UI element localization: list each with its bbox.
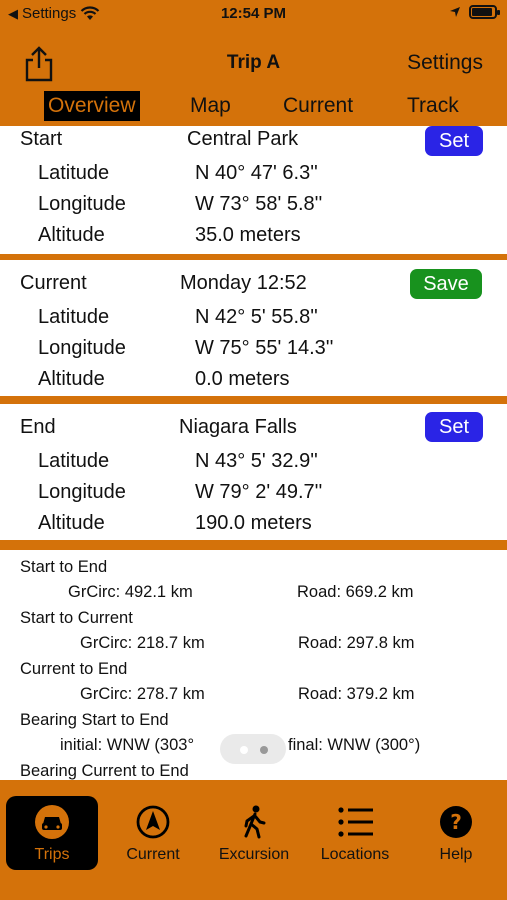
start-altitude-value: 35.0 meters [195, 224, 301, 246]
start-latitude-value: N 40° 47' 6.3'' [195, 162, 318, 184]
current-save-button[interactable]: Save [410, 269, 482, 299]
tab-overview[interactable]: Overview [44, 91, 140, 121]
start-to-end-label: Start to End [20, 558, 108, 576]
tab-map[interactable]: Map [186, 91, 235, 121]
page-dot-2 [260, 746, 268, 754]
current-altitude-label: Altitude [38, 368, 105, 390]
tab-bar: Trips Current Excursion Locations ? Help [0, 780, 507, 900]
bearing-start-end-label: Bearing Start to End [20, 711, 169, 729]
start-card: Start Central Park Set Latitude N 40° 47… [0, 126, 507, 254]
segmented-control: Overview Map Current Track [0, 88, 507, 126]
car-icon [35, 805, 69, 839]
settings-button[interactable]: Settings [407, 51, 483, 75]
start-to-end-road: Road: 669.2 km [297, 583, 414, 601]
current-label: Current [20, 272, 87, 294]
tab-current-label: Current [126, 846, 180, 863]
tab-track[interactable]: Track [403, 91, 463, 121]
walking-person-icon [244, 805, 266, 839]
end-latitude-label: Latitude [38, 450, 110, 472]
tab-excursion-label: Excursion [218, 846, 290, 863]
page-dot-1 [240, 746, 248, 754]
start-name: Central Park [187, 128, 299, 150]
compass-icon [136, 805, 170, 839]
clock: 12:54 PM [220, 5, 287, 22]
tab-current-location[interactable]: Current [107, 796, 199, 870]
end-altitude-label: Altitude [38, 512, 105, 534]
start-longitude-value: W 73° 58' 5.8'' [195, 193, 323, 215]
tab-current[interactable]: Current [279, 91, 357, 121]
tab-trips[interactable]: Trips [6, 796, 98, 870]
current-longitude-value: W 75° 55' 14.3'' [195, 337, 334, 359]
end-label: End [20, 416, 56, 438]
tab-trips-label: Trips [34, 846, 70, 863]
bearing-current-end-label: Bearing Current to End [20, 762, 189, 780]
current-latitude-label: Latitude [38, 306, 110, 328]
tab-locations-label: Locations [320, 846, 390, 863]
location-arrow-icon [450, 7, 460, 17]
battery-icon [469, 5, 500, 19]
navigation-bar: Trip A Settings [0, 40, 507, 86]
list-icon [338, 807, 373, 837]
start-to-current-road: Road: 297.8 km [298, 634, 415, 652]
start-to-end-grcirc: GrCirc: 492.1 km [68, 583, 193, 601]
start-set-button[interactable]: Set [425, 126, 483, 156]
question-mark-icon: ? [440, 806, 472, 838]
status-bar: ◀ Settings 12:54 PM [0, 0, 507, 28]
current-latitude-value: N 42° 5' 55.8'' [195, 306, 318, 328]
end-set-button[interactable]: Set [425, 412, 483, 442]
end-longitude-label: Longitude [38, 481, 126, 503]
tab-locations[interactable]: Locations [309, 796, 401, 870]
tab-help-label: Help [439, 846, 473, 863]
current-altitude-value: 0.0 meters [195, 368, 290, 390]
start-longitude-label: Longitude [38, 193, 126, 215]
current-to-end-road: Road: 379.2 km [298, 685, 415, 703]
end-longitude-value: W 79° 2' 49.7'' [195, 481, 323, 503]
end-name: Niagara Falls [179, 416, 297, 438]
end-altitude-value: 190.0 meters [195, 512, 312, 534]
tab-excursion[interactable]: Excursion [208, 796, 300, 870]
start-altitude-label: Altitude [38, 224, 105, 246]
start-to-current-label: Start to Current [20, 609, 133, 627]
overview-content[interactable]: Start Central Park Set Latitude N 40° 47… [0, 126, 507, 780]
end-card: End Niagara Falls Set Latitude N 43° 5' … [0, 404, 507, 540]
current-longitude-label: Longitude [38, 337, 126, 359]
end-latitude-value: N 43° 5' 32.9'' [195, 450, 318, 472]
current-timestamp: Monday 12:52 [180, 272, 307, 294]
page-indicator[interactable] [220, 734, 286, 764]
current-to-end-grcirc: GrCirc: 278.7 km [80, 685, 205, 703]
bearing-start-end-initial: initial: WNW (303° [60, 736, 195, 754]
bearing-start-end-final: final: WNW (300°) [288, 736, 421, 754]
start-label: Start [20, 128, 63, 150]
svg-text:?: ? [450, 810, 462, 834]
current-card: Current Monday 12:52 Save Latitude N 42°… [0, 260, 507, 396]
start-latitude-label: Latitude [38, 162, 110, 184]
start-to-current-grcirc: GrCirc: 218.7 km [80, 634, 205, 652]
current-to-end-label: Current to End [20, 660, 128, 678]
tab-help[interactable]: ? Help [410, 796, 502, 870]
